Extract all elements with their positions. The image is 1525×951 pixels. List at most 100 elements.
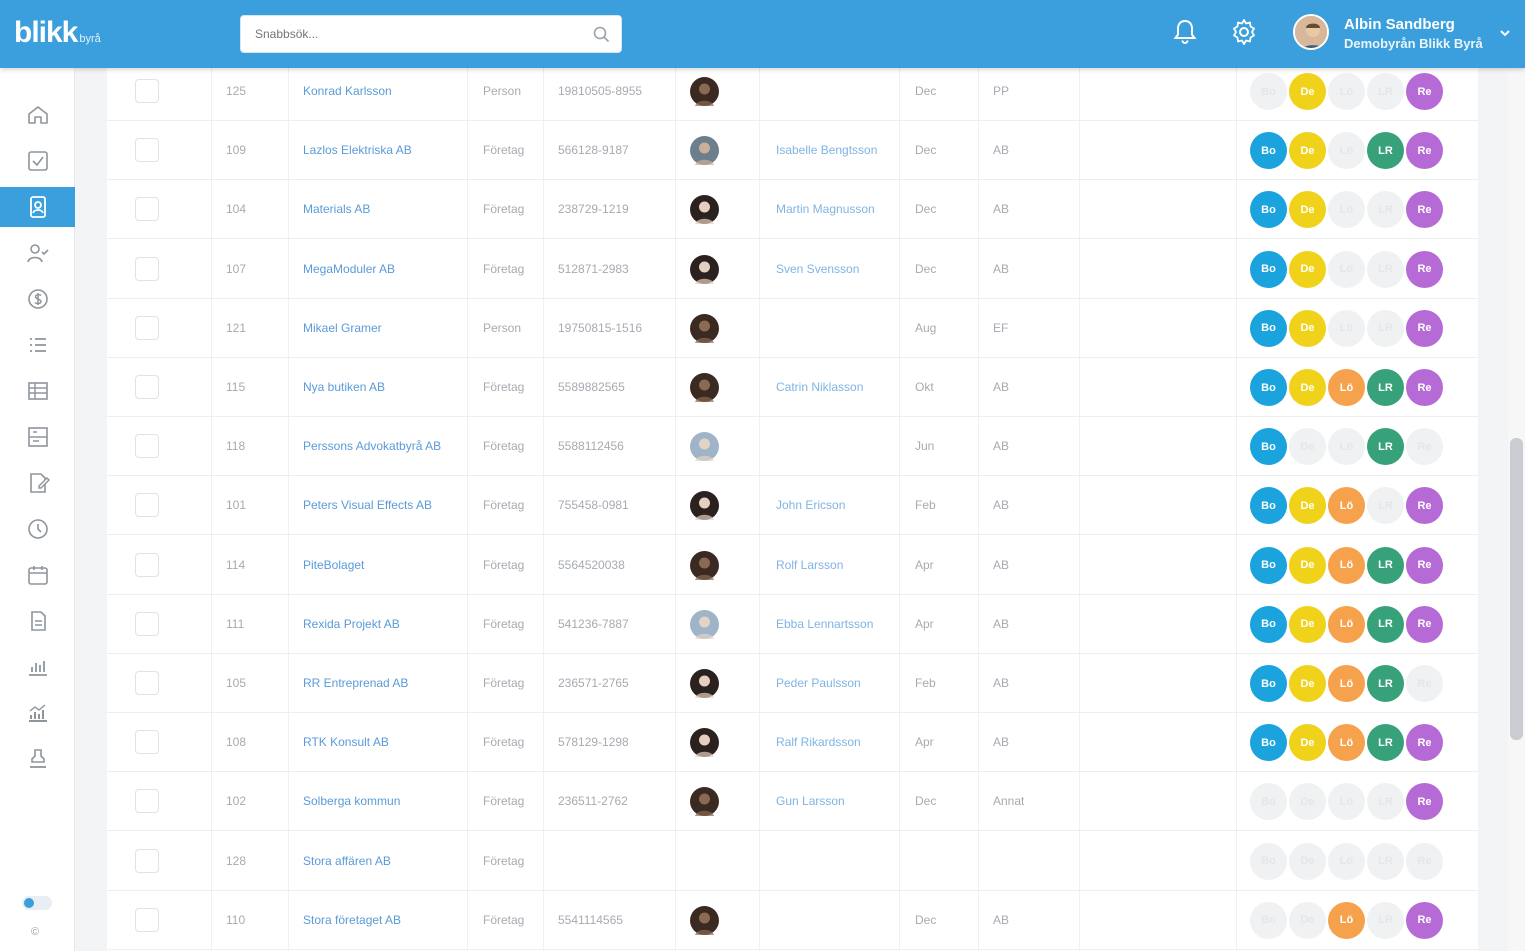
customer-name-link[interactable]: Materials AB bbox=[303, 180, 463, 239]
contact-person-link[interactable]: Peder Paulsson bbox=[776, 654, 898, 713]
responsible-avatar[interactable] bbox=[690, 432, 719, 462]
search-icon[interactable] bbox=[593, 26, 609, 42]
user-name[interactable]: Albin Sandberg bbox=[1344, 16, 1455, 33]
service-badge-de[interactable]: De bbox=[1289, 842, 1326, 880]
row-checkbox[interactable] bbox=[135, 375, 159, 399]
row-checkbox[interactable] bbox=[135, 256, 159, 281]
service-badge-lr[interactable]: LR bbox=[1367, 665, 1404, 702]
service-badge-re[interactable]: Re bbox=[1406, 428, 1443, 466]
customer-name-link[interactable]: Peters Visual Effects AB bbox=[303, 476, 463, 535]
service-badge-lö[interactable]: Lö bbox=[1328, 546, 1365, 584]
service-badge-lr[interactable]: LR bbox=[1367, 487, 1404, 525]
sidebar-item-checkbox[interactable] bbox=[0, 141, 75, 181]
service-badge-de[interactable]: De bbox=[1289, 665, 1326, 702]
service-badge-bo[interactable]: Bo bbox=[1250, 546, 1287, 584]
service-badge-de[interactable]: De bbox=[1289, 250, 1326, 288]
row-checkbox[interactable] bbox=[135, 315, 159, 340]
row-checkbox[interactable] bbox=[135, 611, 159, 636]
service-badge-bo[interactable]: Bo bbox=[1250, 783, 1287, 821]
service-badge-bo[interactable]: Bo bbox=[1250, 605, 1287, 643]
sidebar-item-analytics[interactable] bbox=[0, 693, 75, 733]
sidebar-item-home[interactable] bbox=[0, 95, 75, 135]
service-badge-lr[interactable]: LR bbox=[1367, 73, 1404, 110]
customer-name-link[interactable]: RTK Konsult AB bbox=[303, 713, 463, 772]
service-badge-lr[interactable]: LR bbox=[1367, 842, 1404, 880]
customer-name-link[interactable]: Rexida Projekt AB bbox=[303, 595, 463, 654]
service-badge-lö[interactable]: Lö bbox=[1328, 665, 1365, 702]
service-badge-lö[interactable]: Lö bbox=[1328, 783, 1365, 821]
service-badge-lö[interactable]: Lö bbox=[1328, 309, 1365, 347]
responsible-avatar[interactable] bbox=[690, 787, 719, 817]
customer-name-link[interactable]: Lazlos Elektriska AB bbox=[303, 121, 463, 180]
service-badge-lö[interactable]: Lö bbox=[1328, 369, 1365, 406]
customer-name-link[interactable]: Mikael Gramer bbox=[303, 299, 463, 358]
service-badge-lö[interactable]: Lö bbox=[1328, 250, 1365, 288]
service-badge-lö[interactable]: Lö bbox=[1328, 724, 1365, 762]
service-badge-de[interactable]: De bbox=[1289, 428, 1326, 466]
service-badge-re[interactable]: Re bbox=[1406, 487, 1443, 525]
contact-person-link[interactable]: Gun Larsson bbox=[776, 772, 898, 831]
service-badge-lö[interactable]: Lö bbox=[1328, 842, 1365, 880]
row-checkbox[interactable] bbox=[135, 671, 159, 695]
service-badge-re[interactable]: Re bbox=[1406, 724, 1443, 762]
table-row[interactable]: 109 Lazlos Elektriska AB Företag 566128-918… bbox=[107, 121, 1478, 181]
row-checkbox[interactable] bbox=[135, 493, 159, 518]
table-row[interactable]: 102 Solberga kommun Företag 236511-2762 Gun … bbox=[107, 772, 1478, 832]
service-badge-re[interactable]: Re bbox=[1406, 665, 1443, 702]
service-badge-lr[interactable]: LR bbox=[1367, 428, 1404, 466]
service-badge-bo[interactable]: Bo bbox=[1250, 842, 1287, 880]
contact-person-link[interactable] bbox=[776, 62, 898, 121]
service-badge-lö[interactable]: Lö bbox=[1328, 132, 1365, 170]
table-row[interactable]: 121 Mikael Gramer Person 19750815-1516 Aug EF… bbox=[107, 299, 1478, 358]
service-badge-lr[interactable]: LR bbox=[1367, 605, 1404, 643]
table-row[interactable]: 128 Stora affären AB Företag Bo De Lö LR Re bbox=[107, 832, 1478, 891]
table-row[interactable]: 107 MegaModuler AB Företag 512871-2983 Sven … bbox=[107, 240, 1478, 299]
service-badge-de[interactable]: De bbox=[1289, 724, 1326, 762]
service-badge-de[interactable]: De bbox=[1289, 309, 1326, 347]
responsible-avatar[interactable] bbox=[690, 728, 719, 758]
sidebar-item-user-check[interactable] bbox=[0, 233, 75, 273]
row-checkbox[interactable] bbox=[135, 138, 159, 163]
service-badge-bo[interactable]: Bo bbox=[1250, 73, 1287, 110]
service-badge-bo[interactable]: Bo bbox=[1250, 901, 1287, 939]
row-checkbox[interactable] bbox=[135, 848, 159, 873]
service-badge-bo[interactable]: Bo bbox=[1250, 665, 1287, 702]
service-badge-lr[interactable]: LR bbox=[1367, 901, 1404, 939]
search-input[interactable] bbox=[241, 16, 561, 52]
customer-name-link[interactable]: Stora affären AB bbox=[303, 832, 463, 891]
table-row[interactable]: 111 Rexida Projekt AB Företag 541236-7887 Eb… bbox=[107, 595, 1478, 654]
service-badge-re[interactable]: Re bbox=[1406, 605, 1443, 643]
service-badge-lr[interactable]: LR bbox=[1367, 369, 1404, 406]
sidebar-item-dollar[interactable] bbox=[0, 279, 75, 319]
service-badge-bo[interactable]: Bo bbox=[1250, 724, 1287, 762]
responsible-avatar[interactable] bbox=[690, 313, 719, 343]
responsible-avatar[interactable] bbox=[690, 669, 719, 698]
table-row[interactable]: 105 RR Entreprenad AB Företag 236571-2765 Pe… bbox=[107, 654, 1478, 713]
table-row[interactable]: 104 Materials AB Företag 238729-1219 Martin … bbox=[107, 180, 1478, 240]
contact-person-link[interactable]: Isabelle Bengtsson bbox=[776, 121, 898, 180]
service-badge-lr[interactable]: LR bbox=[1367, 783, 1404, 821]
table-row[interactable]: 118 Perssons Advokatbyrå AB Företag 5588112… bbox=[107, 417, 1478, 477]
row-checkbox[interactable] bbox=[135, 730, 159, 755]
table-row[interactable]: 101 Peters Visual Effects AB Företag 755458… bbox=[107, 476, 1478, 536]
service-badge-lö[interactable]: Lö bbox=[1328, 428, 1365, 466]
service-badge-re[interactable]: Re bbox=[1406, 73, 1443, 110]
service-badge-de[interactable]: De bbox=[1289, 605, 1326, 643]
responsible-avatar[interactable] bbox=[690, 905, 719, 935]
service-badge-bo[interactable]: Bo bbox=[1250, 191, 1287, 229]
bell-icon[interactable] bbox=[1170, 17, 1200, 47]
contact-person-link[interactable] bbox=[776, 891, 898, 950]
customer-name-link[interactable]: Konrad Karlsson bbox=[303, 62, 463, 121]
contact-person-link[interactable] bbox=[776, 832, 898, 891]
row-checkbox[interactable] bbox=[135, 789, 159, 814]
table-row[interactable]: 115 Nya butiken AB Företag 5589882565 Catrin… bbox=[107, 358, 1478, 417]
service-badge-lr[interactable]: LR bbox=[1367, 546, 1404, 584]
responsible-avatar[interactable] bbox=[690, 136, 719, 166]
service-badge-de[interactable]: De bbox=[1289, 73, 1326, 110]
responsible-avatar[interactable] bbox=[690, 373, 719, 402]
service-badge-re[interactable]: Re bbox=[1406, 191, 1443, 229]
customer-name-link[interactable]: Nya butiken AB bbox=[303, 358, 463, 417]
responsible-avatar[interactable] bbox=[690, 77, 719, 106]
contact-person-link[interactable]: Ebba Lennartsson bbox=[776, 595, 898, 654]
sidebar-item-stamp[interactable] bbox=[0, 739, 75, 779]
